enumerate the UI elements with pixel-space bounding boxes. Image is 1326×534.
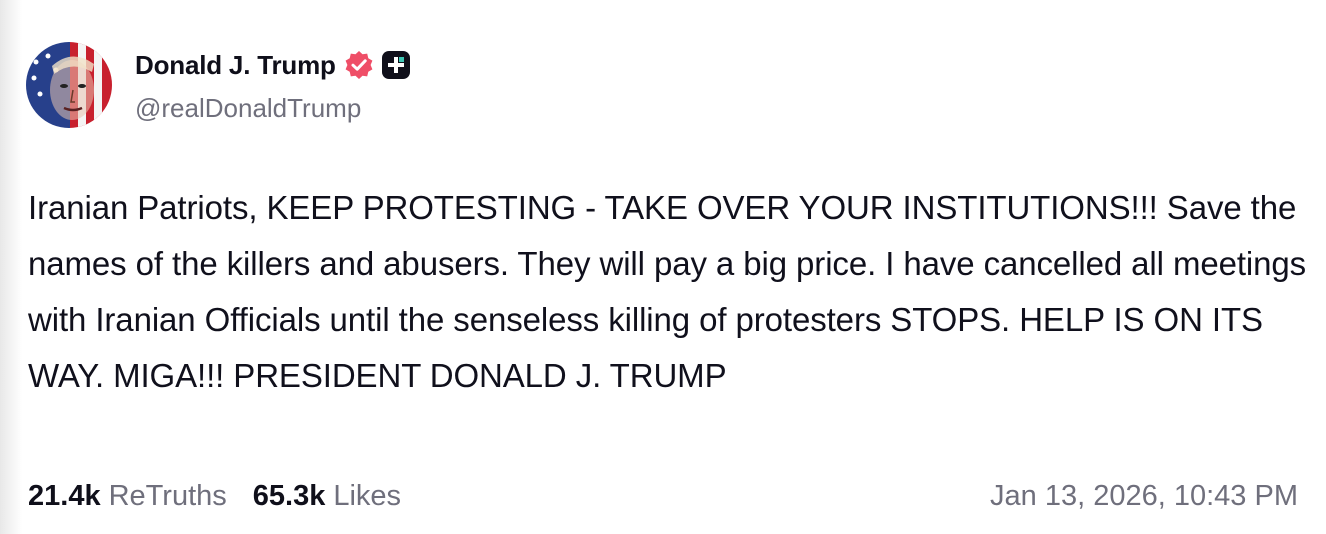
verified-badge-icon bbox=[344, 50, 374, 80]
post-stats: 21.4k ReTruths 65.3k Likes bbox=[28, 476, 401, 516]
post-body-text: Iranian Patriots, KEEP PROTESTING - TAKE… bbox=[28, 189, 1307, 394]
author-display-name[interactable]: Donald J. Trump bbox=[135, 50, 336, 81]
truth-post: Donald J. Trump @realDonaldTrump Iranian… bbox=[0, 0, 1326, 534]
author-handle[interactable]: @realDonaldTrump bbox=[135, 93, 361, 124]
plus-badge-icon bbox=[381, 51, 410, 79]
retruths-count[interactable]: 21.4k bbox=[28, 480, 101, 513]
author-name-row: Donald J. Trump bbox=[135, 45, 410, 85]
likes-label[interactable]: Likes bbox=[333, 480, 401, 513]
avatar[interactable] bbox=[26, 42, 112, 128]
likes-count[interactable]: 65.3k bbox=[253, 480, 326, 513]
avatar-image bbox=[26, 42, 112, 128]
retruths-label[interactable]: ReTruths bbox=[109, 480, 227, 513]
post-timestamp[interactable]: Jan 13, 2026, 10:43 PM bbox=[990, 476, 1298, 516]
